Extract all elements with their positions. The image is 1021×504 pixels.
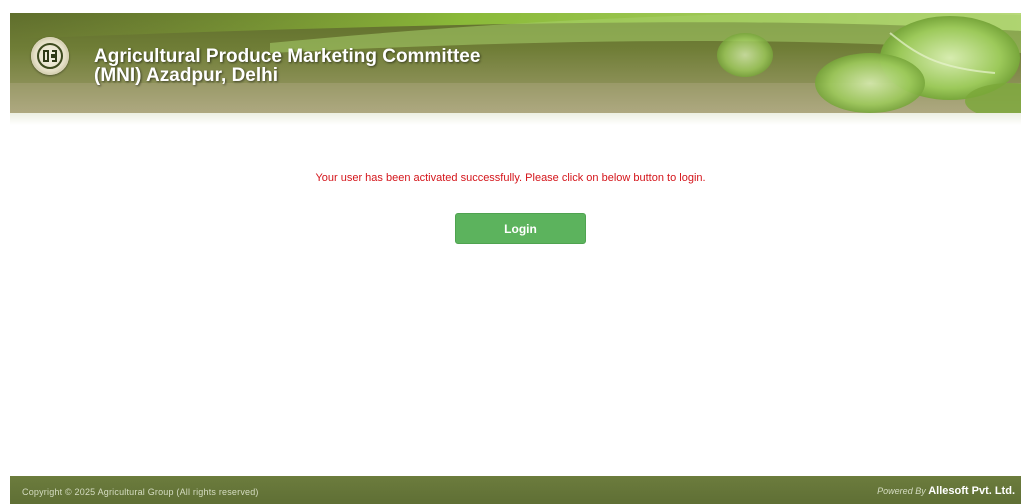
- powered-by: Powered By Allesoft Pvt. Ltd.: [877, 485, 1015, 497]
- activation-message: Your user has been activated successfull…: [315, 172, 706, 184]
- emblem-glyph-icon: [37, 43, 63, 69]
- apmc-emblem-icon: [31, 37, 69, 75]
- powered-by-brand[interactable]: Allesoft Pvt. Ltd.: [928, 485, 1015, 497]
- page: Agricultural Produce Marketing Committee…: [0, 0, 1021, 504]
- copyright-text: Copyright © 2025 Agricultural Group (All…: [22, 487, 259, 497]
- header-banner: Agricultural Produce Marketing Committee…: [10, 13, 1021, 113]
- site-title-line1: Agricultural Produce Marketing Committee: [94, 46, 481, 67]
- footer: Copyright © 2025 Agricultural Group (All…: [10, 476, 1021, 504]
- powered-by-prefix: Powered By: [877, 486, 926, 496]
- site-title-line2: (MNI) Azadpur, Delhi: [94, 65, 279, 86]
- login-button[interactable]: Login: [455, 213, 586, 244]
- site-title: Agricultural Produce Marketing Committee…: [94, 47, 480, 85]
- header-fade: [10, 113, 1021, 125]
